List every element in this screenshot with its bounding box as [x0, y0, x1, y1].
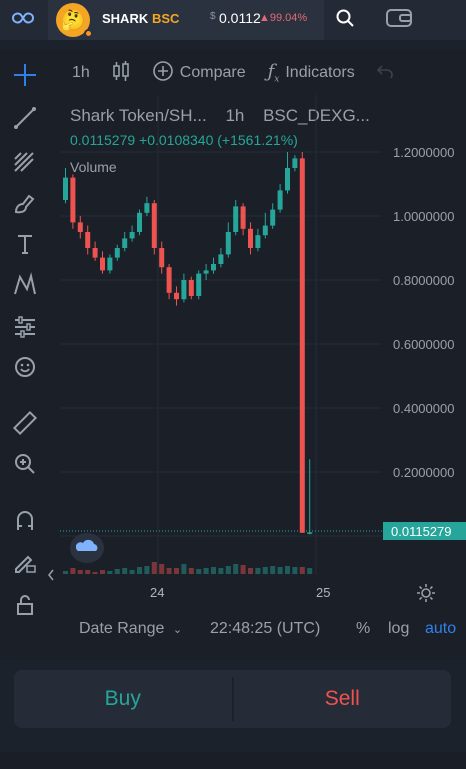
- brush-tool[interactable]: [8, 188, 42, 222]
- top-bar: 🤔 SHARK BSC $ 0.0112 ▲99.04%: [0, 0, 466, 40]
- magnet-icon: [12, 508, 38, 539]
- chevron-down-icon: ⌄: [172, 624, 183, 636]
- x-tick: 24: [150, 585, 165, 600]
- token-symbol: SHARK: [102, 11, 149, 26]
- y-tick: 1.0000000: [393, 209, 455, 224]
- price-change: ▲99.04%: [259, 12, 308, 24]
- token-price: 0.0112: [219, 10, 261, 26]
- y-tick: 0.6000000: [393, 337, 455, 352]
- currency-symbol: $: [210, 11, 216, 22]
- lock-drawing-tool[interactable]: [8, 547, 42, 581]
- magnet-tool[interactable]: [8, 506, 42, 540]
- candles-icon: [112, 60, 130, 87]
- x-tick: 25: [316, 585, 331, 600]
- prediction-tool[interactable]: [8, 312, 42, 346]
- pair-name: Shark Token/SH...: [70, 106, 207, 125]
- text-tool[interactable]: [8, 229, 42, 263]
- chevron-left-icon: [46, 568, 56, 587]
- cloud-icon: [75, 539, 98, 558]
- sell-button[interactable]: Sell: [234, 670, 452, 728]
- y-tick: 0.4000000: [393, 401, 455, 416]
- system-nav-bar: [0, 752, 466, 769]
- wallet-icon: [386, 8, 412, 33]
- interval-label: 1h: [72, 64, 90, 81]
- buy-button[interactable]: Buy: [14, 670, 232, 728]
- avatar-emoji: 🤔: [60, 9, 86, 32]
- logo-icon: [10, 9, 36, 32]
- compare-label: Compare: [179, 64, 246, 81]
- crosshair-icon: [12, 62, 38, 93]
- date-range-label: Date Range: [79, 620, 165, 637]
- exchange-name: BSC_DEXG...: [263, 106, 370, 125]
- zoom-in-icon: [12, 451, 38, 482]
- undo-button[interactable]: [376, 64, 393, 83]
- gear-icon: [415, 584, 437, 608]
- chart-settings-button[interactable]: [415, 582, 437, 604]
- collapse-toolbar-button[interactable]: [44, 560, 58, 594]
- volume-label: Volume: [70, 159, 117, 175]
- smiley-icon: [12, 354, 38, 385]
- zoom-tool[interactable]: [8, 449, 42, 483]
- trendline-icon: [12, 105, 38, 136]
- crosshair-tool[interactable]: [8, 60, 42, 94]
- chart-toolbar: 1h Compare ƒx Indicators: [58, 58, 407, 88]
- chart-bottom-controls: Date Range ⌄ 22:48:25 (UTC) % log auto: [0, 612, 466, 646]
- interval-selector[interactable]: 1h: [72, 64, 90, 82]
- search-icon: [336, 9, 354, 32]
- app-logo-button[interactable]: [0, 0, 45, 40]
- watermark-logo: [70, 533, 104, 563]
- pencil-lock-icon: [12, 549, 38, 580]
- y-tick: 0.2000000: [393, 465, 455, 480]
- wallet-button[interactable]: [366, 0, 466, 40]
- text-icon: [12, 231, 38, 262]
- trendline-tool[interactable]: [8, 103, 42, 137]
- last-price-tag: 0.0115279: [383, 522, 466, 540]
- compare-button[interactable]: Compare: [152, 60, 246, 87]
- auto-toggle[interactable]: auto: [425, 620, 456, 638]
- ruler-icon: [12, 410, 38, 441]
- measure-tool[interactable]: [8, 408, 42, 442]
- pattern-icon: [12, 271, 38, 303]
- legend-interval: 1h: [225, 106, 245, 125]
- status-dot: [84, 29, 93, 38]
- chart-legend-title: Shark Token/SH... 1h BSC_DEXG...: [70, 106, 370, 126]
- undo-icon: [376, 64, 393, 83]
- y-tick: 1.2000000: [393, 145, 455, 160]
- search-button[interactable]: [326, 0, 364, 40]
- indicators-button[interactable]: ƒx Indicators: [268, 61, 355, 85]
- plus-circle-icon: [152, 60, 174, 87]
- token-chain: BSC: [152, 11, 180, 26]
- date-range-button[interactable]: Date Range ⌄: [79, 620, 182, 638]
- fib-tool[interactable]: [8, 146, 42, 180]
- log-toggle[interactable]: log: [388, 620, 409, 638]
- indicators-label: Indicators: [285, 64, 355, 81]
- pitchfork-icon: [12, 148, 38, 179]
- trade-panel: Buy Sell: [14, 670, 451, 728]
- brush-icon: [12, 190, 38, 221]
- time-display: 22:48:25 (UTC): [210, 620, 321, 637]
- emoji-tool[interactable]: [8, 352, 42, 386]
- percent-toggle[interactable]: %: [356, 620, 370, 638]
- function-icon: ƒx: [267, 61, 280, 85]
- ohlc-readout: 0.0115279 +0.0108340 (+1561.21%): [70, 132, 298, 148]
- y-tick: 0.8000000: [393, 273, 455, 288]
- token-summary[interactable]: 🤔 SHARK BSC $ 0.0112 ▲99.04%: [48, 0, 324, 40]
- pattern-tool[interactable]: [8, 270, 42, 304]
- sliders-icon: [12, 314, 38, 345]
- chart-type-button[interactable]: [112, 60, 130, 87]
